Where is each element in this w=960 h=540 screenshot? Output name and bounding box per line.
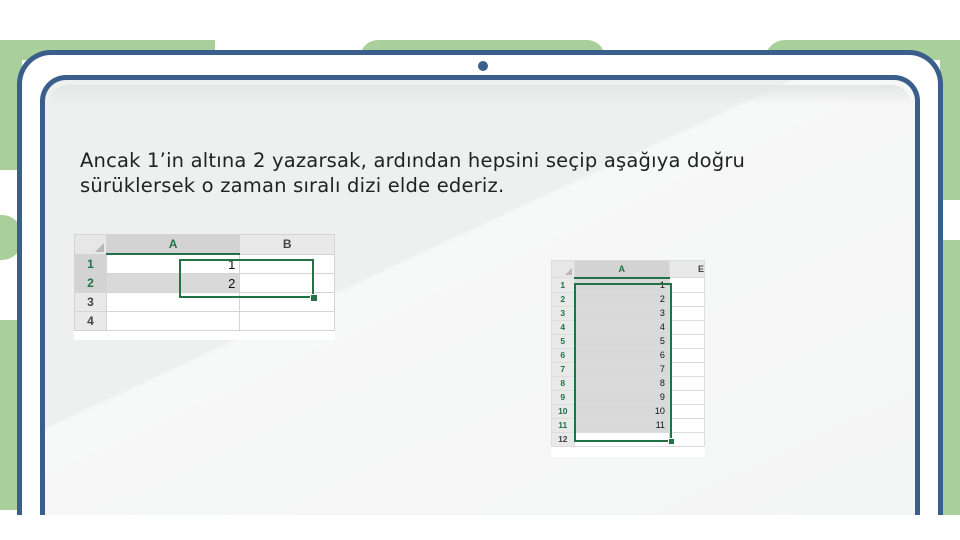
row-header[interactable]: 4 bbox=[551, 319, 575, 335]
cell-empty[interactable] bbox=[668, 417, 705, 433]
column-header-a[interactable]: A bbox=[105, 234, 241, 255]
table-row: 11 11 bbox=[551, 417, 705, 433]
table-row: 33 bbox=[551, 305, 705, 321]
table-row: 10 10 bbox=[551, 403, 705, 419]
cell-a2[interactable]: 2 bbox=[105, 273, 241, 293]
spreadsheet-filled: A E 11 22 33 44 55 66 77 88 99 10 10 11 11… bbox=[551, 260, 705, 457]
screen-top-shadow bbox=[50, 85, 910, 105]
table-row: 22 bbox=[551, 291, 705, 307]
cell-b3[interactable] bbox=[239, 292, 335, 312]
row-header[interactable]: 9 bbox=[551, 389, 575, 405]
page-bottom bbox=[0, 515, 960, 540]
cell-empty[interactable] bbox=[668, 277, 705, 293]
row-header[interactable]: 12 bbox=[551, 431, 575, 447]
table-row: 88 bbox=[551, 375, 705, 391]
row-header[interactable]: 3 bbox=[551, 305, 575, 321]
cell-a[interactable]: 4 bbox=[573, 319, 670, 335]
table-row: 55 bbox=[551, 333, 705, 349]
cell-a3[interactable] bbox=[105, 292, 241, 312]
table-row: 2 2 bbox=[74, 273, 335, 293]
cell-a[interactable]: 9 bbox=[573, 389, 670, 405]
row-header[interactable]: 3 bbox=[74, 292, 107, 312]
cell-empty[interactable] bbox=[668, 389, 705, 405]
cell-a[interactable]: 10 bbox=[573, 403, 670, 419]
table-row: 66 bbox=[551, 347, 705, 363]
cell-a[interactable]: 2 bbox=[573, 291, 670, 307]
row-header[interactable]: 4 bbox=[74, 311, 107, 331]
cell-a[interactable]: 6 bbox=[573, 347, 670, 363]
row-header[interactable]: 5 bbox=[551, 333, 575, 349]
table-row: 77 bbox=[551, 361, 705, 377]
cell-empty[interactable] bbox=[668, 305, 705, 321]
table-row: 44 bbox=[551, 319, 705, 335]
select-all-corner[interactable] bbox=[551, 260, 575, 278]
row-header[interactable]: 2 bbox=[551, 291, 575, 307]
row-header[interactable]: 6 bbox=[551, 347, 575, 363]
cell-empty[interactable] bbox=[668, 333, 705, 349]
cell-a[interactable]: 11 bbox=[573, 417, 670, 433]
cell-a4[interactable] bbox=[105, 311, 241, 331]
column-header-b[interactable]: B bbox=[239, 234, 335, 255]
row-header[interactable]: 10 bbox=[551, 403, 575, 419]
cell-empty[interactable] bbox=[668, 347, 705, 363]
cell-b4[interactable] bbox=[239, 311, 335, 331]
cell-empty[interactable] bbox=[668, 375, 705, 391]
cell-a[interactable]: 3 bbox=[573, 305, 670, 321]
table-row: 12 bbox=[551, 431, 705, 447]
cell-b2[interactable] bbox=[239, 273, 335, 293]
column-header-a[interactable]: A bbox=[573, 260, 670, 279]
cell-a1[interactable]: 1 bbox=[105, 253, 241, 274]
row-header[interactable]: 1 bbox=[74, 253, 107, 274]
cell-a[interactable]: 5 bbox=[573, 333, 670, 349]
row-header[interactable]: 11 bbox=[551, 417, 575, 433]
fill-handle[interactable] bbox=[310, 294, 318, 302]
row-header[interactable]: 1 bbox=[551, 277, 575, 293]
lesson-text-line-1: Ancak 1’in altına 2 yazarsak, ardından h… bbox=[80, 149, 746, 172]
select-all-corner[interactable] bbox=[74, 234, 107, 255]
row-header[interactable]: 7 bbox=[551, 361, 575, 377]
table-row: 99 bbox=[551, 389, 705, 405]
cell-a[interactable] bbox=[573, 431, 670, 447]
fill-handle[interactable] bbox=[668, 438, 675, 445]
cell-empty[interactable] bbox=[668, 319, 705, 335]
row-header[interactable]: 8 bbox=[551, 375, 575, 391]
spreadsheet-initial: A B 1 1 2 2 3 4 bbox=[74, 234, 335, 340]
cell-a[interactable]: 8 bbox=[573, 375, 670, 391]
cell-b1[interactable] bbox=[239, 253, 335, 274]
cell-empty[interactable] bbox=[668, 361, 705, 377]
cell-a[interactable]: 1 bbox=[573, 277, 670, 293]
column-header-e[interactable]: E bbox=[668, 260, 705, 278]
background-shape bbox=[940, 240, 960, 520]
background-shape bbox=[940, 60, 960, 200]
table-row: 4 bbox=[74, 311, 335, 331]
table-row: 1 1 bbox=[74, 253, 335, 274]
row-header[interactable]: 2 bbox=[74, 273, 107, 293]
cell-empty[interactable] bbox=[668, 403, 705, 419]
table-row: 3 bbox=[74, 292, 335, 312]
camera-dot bbox=[478, 61, 488, 71]
lesson-text: Ancak 1’in altına 2 yazarsak, ardından h… bbox=[80, 148, 840, 198]
table-row: 11 bbox=[551, 277, 705, 293]
cell-empty[interactable] bbox=[668, 291, 705, 307]
lesson-text-line-2: sürüklersek o zaman sıralı dizi elde ede… bbox=[80, 174, 505, 197]
cell-a[interactable]: 7 bbox=[573, 361, 670, 377]
